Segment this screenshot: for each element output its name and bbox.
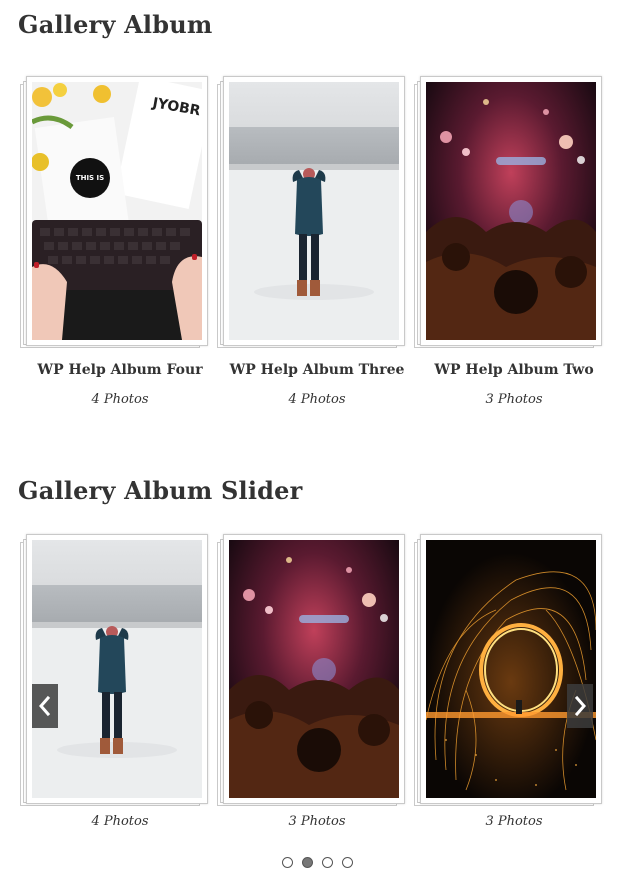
slider-dot-2[interactable] [302, 857, 314, 868]
album-photo-stack[interactable] [217, 534, 407, 814]
concert-crowd-photo[interactable] [229, 540, 399, 798]
chevron-right-icon [574, 695, 586, 717]
album-photo-stack[interactable] [20, 534, 210, 814]
gallery-album-slider-title: Gallery Album Slider [18, 476, 303, 505]
album-photo-stack[interactable] [414, 534, 604, 814]
album-title[interactable]: WP Help Album Three [217, 362, 417, 378]
slider-prev-button[interactable] [32, 684, 58, 728]
slider-dot-1[interactable] [282, 857, 293, 868]
album-photo-count: 4 Photos [288, 392, 346, 407]
snow-beach-woman-photo[interactable] [32, 540, 202, 798]
album-card-three[interactable]: WP Help Album Three 4 Photos [217, 76, 407, 407]
album-photo-count: 4 Photos [91, 814, 149, 829]
album-photo-stack[interactable] [217, 76, 407, 356]
desk-keyboard-photo[interactable]: THIS IS JYOBR [32, 82, 202, 340]
album-card-two[interactable]: WP Help Album Two 3 Photos [414, 76, 604, 407]
gallery-album-title: Gallery Album [18, 10, 213, 39]
concert-crowd-photo[interactable] [426, 82, 596, 340]
album-photo-stack[interactable]: THIS IS JYOBR [20, 76, 210, 356]
slider-pagination [282, 853, 357, 868]
slider-next-button[interactable] [567, 684, 593, 728]
chevron-left-icon [39, 695, 51, 717]
album-title[interactable]: WP Help Album Two [414, 362, 614, 378]
album-card-four[interactable]: THIS IS JYOBR WP Help Album Four 4 Photo… [20, 76, 210, 407]
snow-beach-woman-photo[interactable] [229, 82, 399, 340]
slider-card-3[interactable]: 3 Photos [414, 534, 604, 829]
slider-dot-4[interactable] [342, 857, 354, 868]
album-title[interactable]: WP Help Album Four [20, 362, 220, 378]
slider-card-1[interactable]: 4 Photos [20, 534, 210, 829]
slider-dot-3[interactable] [322, 857, 334, 868]
album-photo-count: 4 Photos [91, 392, 149, 407]
album-photo-count: 3 Photos [485, 814, 543, 829]
album-photo-stack[interactable] [414, 76, 604, 356]
steel-wool-sparks-photo[interactable] [426, 540, 596, 798]
svg-text:THIS IS: THIS IS [76, 174, 104, 182]
album-photo-count: 3 Photos [288, 814, 346, 829]
album-photo-count: 3 Photos [485, 392, 543, 407]
slider-card-2[interactable]: 3 Photos [217, 534, 407, 829]
